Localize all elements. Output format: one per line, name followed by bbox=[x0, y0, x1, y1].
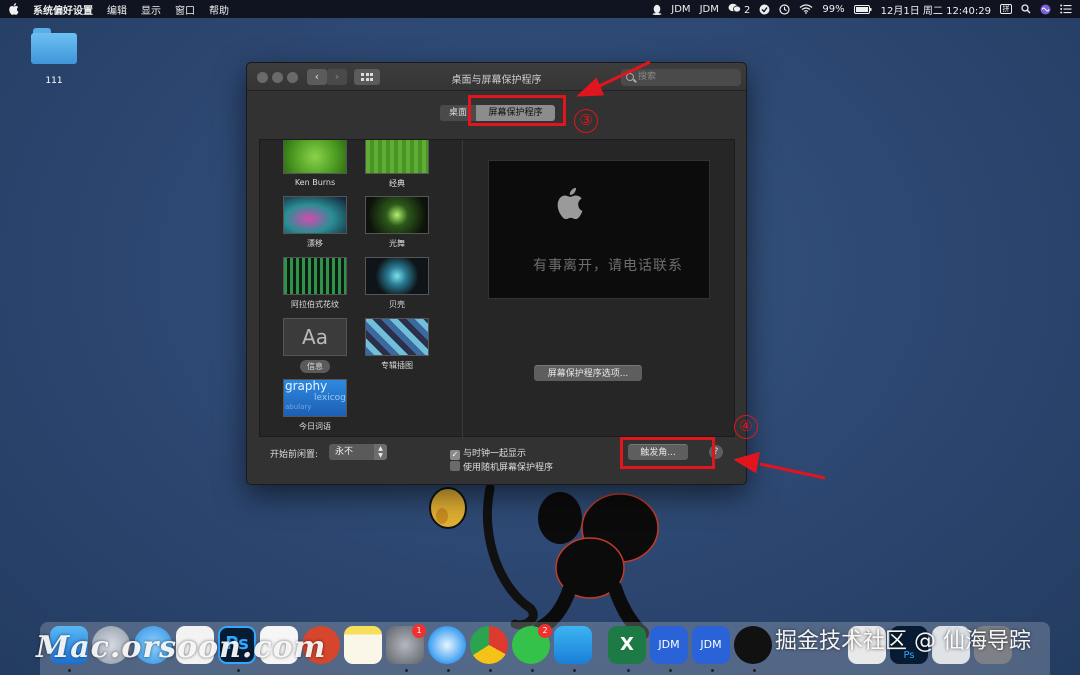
running-indicator bbox=[237, 669, 240, 672]
jdm-label-2: JDM bbox=[700, 638, 722, 651]
watermark-left: Mac.orsoon.com bbox=[36, 630, 327, 665]
running-indicator bbox=[68, 669, 71, 672]
running-indicator bbox=[531, 669, 534, 672]
excel-icon[interactable]: X bbox=[608, 626, 646, 664]
chrome-icon[interactable] bbox=[470, 626, 508, 664]
running-indicator bbox=[489, 669, 492, 672]
system-preferences-badge: 1 bbox=[412, 624, 426, 638]
arrow-to-tab-head bbox=[576, 77, 605, 97]
qq-icon[interactable] bbox=[734, 626, 772, 664]
jdm-label-1: JDM bbox=[658, 638, 680, 651]
wechat-badge: 2 bbox=[538, 624, 552, 638]
jdm-icon-2[interactable]: JDM bbox=[692, 626, 730, 664]
dingtalk-icon[interactable] bbox=[554, 626, 592, 664]
running-indicator bbox=[447, 669, 450, 672]
running-indicator bbox=[753, 669, 756, 672]
safari-icon[interactable] bbox=[428, 626, 466, 664]
jdm-icon-1[interactable]: JDM bbox=[650, 626, 688, 664]
annotation-arrows bbox=[576, 60, 826, 480]
arrow-to-tab-line bbox=[594, 60, 651, 90]
running-indicator bbox=[711, 669, 714, 672]
arrow-to-hot-corners-line bbox=[759, 462, 826, 480]
running-indicator bbox=[405, 669, 408, 672]
running-indicator bbox=[669, 669, 672, 672]
running-indicator bbox=[573, 669, 576, 672]
notes-icon[interactable] bbox=[344, 626, 382, 664]
excel-label: X bbox=[620, 634, 634, 655]
arrow-to-hot-corners-head bbox=[733, 451, 760, 474]
watermark-right: 掘金技术社区 @ 仙海导踪 bbox=[775, 629, 1031, 654]
running-indicator bbox=[627, 669, 630, 672]
